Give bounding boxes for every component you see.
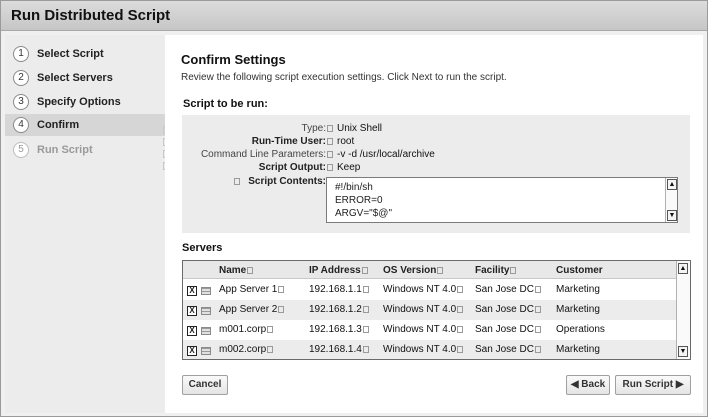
row-checkbox[interactable]: X (187, 286, 197, 296)
step-label: Select Script (37, 48, 104, 60)
cell-os: Windows NT 4.0 (383, 284, 464, 295)
table-row[interactable]: X App Server 1 192.168.1.1 Windows NT 4.… (183, 280, 677, 300)
server-icon (201, 287, 211, 295)
setting-value: Unix Shell (337, 123, 383, 134)
column-header-os[interactable]: OS Version (383, 265, 444, 276)
run-script-button[interactable]: Run Script ▶ (615, 375, 691, 395)
step-number-icon: 3 (13, 94, 29, 110)
scroll-down-icon[interactable]: ▼ (667, 210, 677, 221)
step-run-script: 5 Run Script (5, 139, 165, 161)
cell-facility: San Jose DC (475, 284, 541, 295)
setting-value: Keep (337, 162, 361, 173)
script-line: ERROR=0 (335, 195, 383, 206)
cell-customer: Marketing (556, 284, 600, 295)
script-contents-box[interactable]: #!/bin/sh ERROR=0 ARGV="$@" ▲ ▼ (326, 177, 678, 223)
setting-value: root (337, 136, 355, 147)
row-checkbox[interactable]: X (187, 306, 197, 316)
step-number-icon: 1 (13, 46, 29, 62)
table-row[interactable]: X App Server 2 192.168.1.2 Windows NT 4.… (183, 300, 677, 320)
server-icon (201, 327, 211, 335)
cell-name: App Server 2 (219, 304, 285, 315)
scroll-down-icon[interactable]: ▼ (678, 346, 688, 357)
cell-name: App Server 1 (219, 284, 285, 295)
script-line: ARGV="$@" (335, 208, 392, 219)
cell-customer: Operations (556, 324, 605, 335)
step-label: Specify Options (37, 96, 121, 108)
setting-label: Script Contents: (233, 176, 333, 187)
cell-customer: Marketing (556, 344, 600, 355)
cell-facility: San Jose DC (475, 344, 541, 355)
cell-ip: 192.168.1.3 (309, 324, 369, 335)
script-line: #!/bin/sh (335, 182, 373, 193)
column-header-customer[interactable]: Customer (556, 265, 603, 276)
table-row[interactable]: X m002.corp 192.168.1.4 Windows NT 4.0 S… (183, 340, 677, 359)
step-label: Run Script (37, 144, 93, 156)
wizard-window: Run Distributed Script 1 Select Script 2… (0, 0, 708, 417)
setting-command-line: Command Line Parameters: -v -d /usr/loca… (182, 149, 690, 161)
server-icon (201, 347, 211, 355)
cell-ip: 192.168.1.2 (309, 304, 369, 315)
step-number-icon: 5 (13, 142, 29, 158)
cell-ip: 192.168.1.4 (309, 344, 369, 355)
step-number-icon: 2 (13, 70, 29, 86)
setting-runtime-user: Run-Time User: root (182, 136, 690, 148)
step-number-icon: 4 (13, 117, 29, 133)
cell-os: Windows NT 4.0 (383, 344, 464, 355)
setting-label: Run-Time User: (252, 136, 333, 147)
main-panel: Confirm Settings Review the following sc… (165, 35, 703, 413)
page-title: Confirm Settings (181, 52, 286, 67)
cell-name: m001.corp (219, 324, 274, 335)
servers-table: Name IP Address OS Version Facility Cust… (182, 260, 691, 360)
cell-customer: Marketing (556, 304, 600, 315)
setting-label: Script Output: (259, 162, 333, 173)
step-specify-options[interactable]: 3 Specify Options (5, 91, 165, 113)
scroll-up-icon[interactable]: ▲ (678, 263, 688, 274)
row-checkbox[interactable]: X (187, 326, 197, 336)
setting-script-output: Script Output: Keep (182, 162, 690, 174)
column-header-facility[interactable]: Facility (475, 265, 517, 276)
setting-value: -v -d /usr/local/archive (337, 149, 435, 160)
scroll-up-icon[interactable]: ▲ (667, 179, 677, 190)
window-title: Run Distributed Script (11, 7, 171, 24)
column-header-name[interactable]: Name (219, 265, 254, 276)
setting-label: Command Line Parameters: (201, 149, 333, 160)
script-scrollbar[interactable]: ▲ ▼ (665, 178, 677, 222)
settings-summary: Type: Unix Shell Run-Time User: root Com… (182, 115, 690, 233)
cell-facility: San Jose DC (475, 324, 541, 335)
step-sidebar: 1 Select Script 2 Select Servers 3 Speci… (5, 35, 165, 413)
script-section-heading: Script to be run: (183, 98, 268, 110)
servers-heading: Servers (182, 242, 223, 254)
cell-os: Windows NT 4.0 (383, 304, 464, 315)
cell-name: m002.corp (219, 344, 274, 355)
cell-facility: San Jose DC (475, 304, 541, 315)
server-icon (201, 307, 211, 315)
row-checkbox[interactable]: X (187, 346, 197, 356)
setting-label: Type: (302, 123, 333, 134)
cancel-button[interactable]: Cancel (182, 375, 228, 395)
step-select-script[interactable]: 1 Select Script (5, 43, 165, 65)
step-confirm[interactable]: 4 Confirm (5, 114, 165, 136)
back-button[interactable]: ◀ Back (566, 375, 610, 395)
column-header-ip[interactable]: IP Address (309, 265, 368, 276)
table-scrollbar[interactable]: ▲ ▼ (676, 261, 690, 359)
table-header: Name IP Address OS Version Facility Cust… (183, 261, 677, 279)
table-row[interactable]: X m001.corp 192.168.1.3 Windows NT 4.0 S… (183, 320, 677, 340)
step-label: Select Servers (37, 72, 113, 84)
page-description: Review the following script execution se… (181, 72, 507, 83)
title-bar: Run Distributed Script (1, 1, 707, 31)
step-select-servers[interactable]: 2 Select Servers (5, 67, 165, 89)
step-label: Confirm (37, 119, 80, 131)
setting-type: Type: Unix Shell (182, 123, 690, 135)
cell-os: Windows NT 4.0 (383, 324, 464, 335)
cell-ip: 192.168.1.1 (309, 284, 369, 295)
